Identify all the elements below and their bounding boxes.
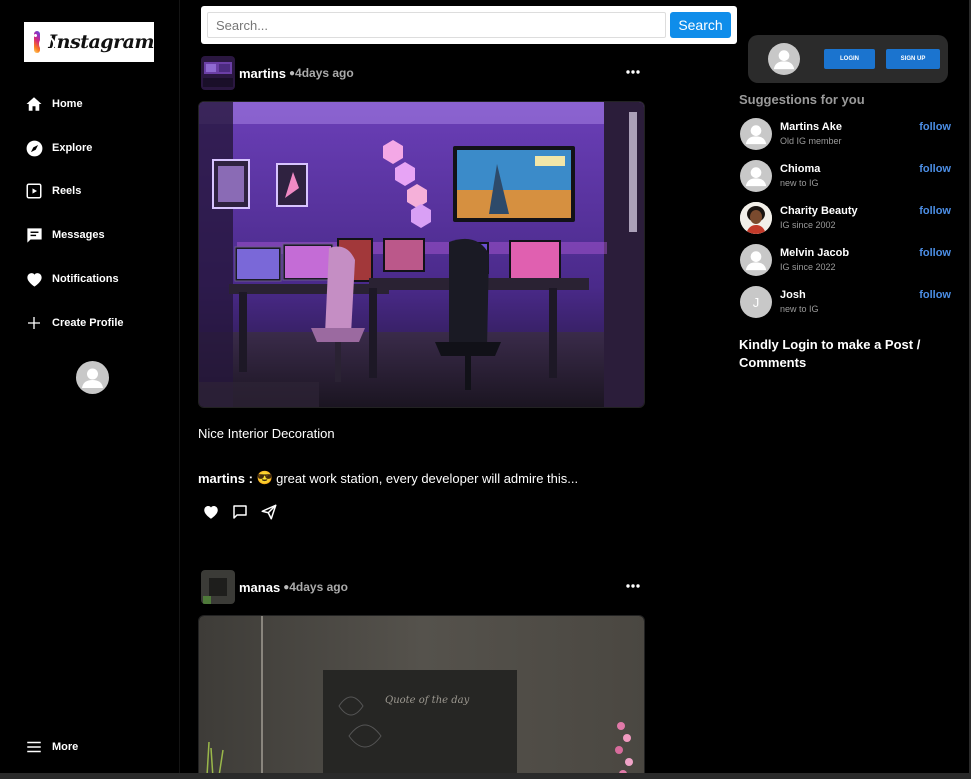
signup-button[interactable]: SIGN UP bbox=[886, 49, 940, 69]
comment-text: great work station, every developer will… bbox=[276, 470, 579, 486]
post-author-thumbnail[interactable] bbox=[201, 56, 235, 90]
sidebar-item-label: Reels bbox=[52, 185, 82, 197]
suggestion-name[interactable]: Charity Beauty bbox=[780, 205, 858, 217]
post-author-thumbnail[interactable] bbox=[201, 570, 235, 604]
heart-icon bbox=[24, 269, 44, 289]
home-icon bbox=[24, 94, 44, 114]
user-placeholder-icon bbox=[773, 50, 795, 70]
post-timestamp: 4days ago bbox=[289, 580, 348, 594]
suggestion-subtitle: IG since 2022 bbox=[780, 262, 836, 272]
post-image[interactable] bbox=[198, 101, 645, 408]
avatar[interactable] bbox=[768, 43, 800, 75]
avatar[interactable] bbox=[740, 244, 772, 276]
user-placeholder-icon bbox=[745, 167, 767, 187]
suggestion-subtitle: new to IG bbox=[780, 178, 819, 188]
logo[interactable]: Instagram bbox=[24, 22, 154, 62]
search-bar: Search bbox=[201, 6, 737, 44]
sidebar-item-label: More bbox=[52, 741, 79, 753]
avatar[interactable] bbox=[740, 118, 772, 150]
avatar-initial: J bbox=[752, 294, 760, 310]
post-header: manas ● 4days ago bbox=[201, 570, 645, 604]
sidebar-item-label: Notifications bbox=[52, 273, 119, 285]
suggestion-name[interactable]: Martins Ake bbox=[780, 121, 842, 133]
suggestion-item: Charity Beauty IG since 2002 follow bbox=[739, 202, 954, 236]
suggestion-name[interactable]: Melvin Jacob bbox=[780, 247, 849, 259]
comment-icon[interactable] bbox=[230, 502, 250, 522]
plus-icon bbox=[24, 313, 44, 333]
avatar[interactable]: J bbox=[740, 286, 772, 318]
follow-button[interactable]: follow bbox=[919, 205, 951, 217]
suggestion-item: J Josh new to IG follow bbox=[739, 286, 954, 320]
comment-username[interactable]: martins : bbox=[198, 471, 253, 486]
avatar[interactable] bbox=[740, 202, 772, 234]
login-button[interactable]: LOGIN bbox=[824, 49, 875, 69]
reels-icon bbox=[24, 181, 44, 201]
user-placeholder-icon bbox=[745, 125, 767, 145]
sidebar-item-create-profile[interactable]: Create Profile bbox=[24, 312, 124, 334]
post-username[interactable]: martins bbox=[239, 66, 286, 81]
sidebar-item-reels[interactable]: Reels bbox=[24, 180, 81, 202]
app-window: Instagram Home Explore Reels Messages No… bbox=[0, 0, 971, 779]
post-comment: martins : 😎 great work station, every de… bbox=[198, 470, 578, 486]
sidebar-item-label: Home bbox=[52, 98, 83, 110]
sidebar-item-explore[interactable]: Explore bbox=[24, 137, 92, 159]
suggestion-item: Chioma new to IG follow bbox=[739, 160, 954, 194]
share-icon[interactable] bbox=[259, 502, 279, 522]
suggestion-subtitle: new to IG bbox=[780, 304, 819, 314]
sidebar-item-label: Create Profile bbox=[52, 317, 124, 329]
avatar[interactable] bbox=[76, 361, 109, 394]
login-prompt: Kindly Login to make a Post / Comments bbox=[739, 337, 921, 370]
post-actions bbox=[201, 502, 279, 522]
profile-photo bbox=[740, 202, 772, 234]
auth-panel: LOGIN SIGN UP bbox=[748, 35, 948, 83]
like-icon[interactable] bbox=[201, 502, 221, 522]
suggestions-title: Suggestions for you bbox=[739, 92, 865, 107]
suggestion-item: Melvin Jacob IG since 2022 follow bbox=[739, 244, 954, 278]
suggestion-item: Martins Ake Old IG member follow bbox=[739, 118, 954, 152]
more-options-icon[interactable] bbox=[625, 62, 641, 82]
more-options-icon[interactable] bbox=[625, 576, 641, 596]
suggestion-subtitle: Old IG member bbox=[780, 136, 842, 146]
sidebar-item-more[interactable]: More bbox=[24, 736, 78, 758]
post-timestamp: 4days ago bbox=[295, 66, 354, 80]
post-header: martins ● 4days ago bbox=[201, 56, 645, 90]
post-image-text: Quote of the day bbox=[385, 695, 470, 706]
search-button[interactable]: Search bbox=[670, 12, 731, 38]
menu-icon bbox=[24, 737, 44, 757]
post-image[interactable]: Quote of the day bbox=[198, 615, 645, 773]
follow-button[interactable]: follow bbox=[919, 163, 951, 175]
post-username[interactable]: manas bbox=[239, 580, 280, 595]
user-placeholder-icon bbox=[745, 251, 767, 271]
sidebar: Instagram Home Explore Reels Messages No… bbox=[0, 0, 180, 773]
avatar[interactable] bbox=[740, 160, 772, 192]
suggestion-subtitle: IG since 2002 bbox=[780, 220, 836, 230]
follow-button[interactable]: follow bbox=[919, 121, 951, 133]
sidebar-item-messages[interactable]: Messages bbox=[24, 224, 105, 246]
post-caption: Nice Interior Decoration bbox=[198, 426, 335, 441]
instagram-logo-icon bbox=[34, 31, 57, 53]
search-input[interactable] bbox=[207, 12, 666, 38]
sidebar-item-notifications[interactable]: Notifications bbox=[24, 268, 119, 290]
comment-emoji: 😎 bbox=[256, 470, 274, 485]
suggestion-name[interactable]: Josh bbox=[780, 289, 806, 301]
sidebar-item-label: Explore bbox=[52, 142, 93, 154]
logo-text: Instagram bbox=[48, 31, 154, 53]
sidebar-item-home[interactable]: Home bbox=[24, 93, 83, 115]
follow-button[interactable]: follow bbox=[919, 289, 951, 301]
compass-icon bbox=[24, 138, 44, 158]
follow-button[interactable]: follow bbox=[919, 247, 951, 259]
suggestion-name[interactable]: Chioma bbox=[780, 163, 820, 175]
user-placeholder-icon bbox=[82, 368, 103, 388]
message-icon bbox=[24, 225, 44, 245]
sidebar-item-label: Messages bbox=[52, 229, 105, 241]
